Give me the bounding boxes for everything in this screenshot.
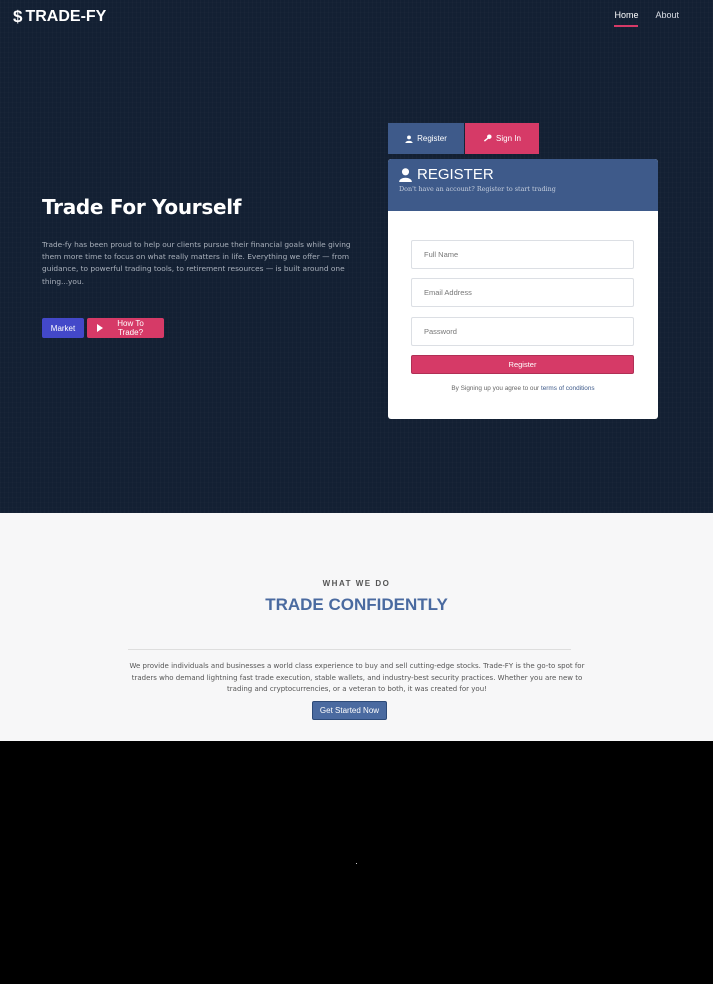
terms-notice: By Signing up you agree to our terms of … [388,385,658,392]
how-to-trade-button[interactable]: How To Trade? [87,318,164,338]
what-we-do-section: WHAT WE DO TRADE CONFIDENTLY We provide … [0,513,713,741]
nav-about[interactable]: About [655,10,679,27]
hero-description: Trade-fy has been proud to help our clie… [42,240,351,286]
key-icon [483,134,492,142]
terms-text: By Signing up you agree to our [451,385,541,392]
auth-tabs: Register Sign In [388,123,539,154]
how-to-trade-label: How To Trade? [117,319,144,337]
footer-area [0,741,713,984]
register-submit-button[interactable]: Register [411,355,634,374]
brand-name: TRADE-FY [25,8,107,25]
section-description: We provide individuals and businesses a … [129,662,585,693]
register-subtitle: Don't have an account? Register to start… [399,185,556,193]
tab-register-label: Register [417,134,447,143]
email-input[interactable] [411,278,634,307]
play-icon [97,324,103,332]
tab-register[interactable]: Register [388,123,464,154]
register-title: REGISTER [417,166,494,183]
user-icon [399,167,412,182]
full-name-input[interactable] [411,240,634,269]
nav-home[interactable]: Home [614,10,639,27]
register-card: REGISTER Don't have an account? Register… [388,159,658,419]
loading-dot [356,863,357,864]
user-icon [405,134,413,143]
password-input[interactable] [411,317,634,346]
section-eyebrow: WHAT WE DO [322,579,391,588]
main-nav: Home About [614,10,679,27]
terms-link[interactable]: terms of conditions [541,385,595,392]
section-divider [128,649,571,650]
register-card-header: REGISTER Don't have an account? Register… [388,159,658,211]
brand-logo[interactable]: $ TRADE-FY [13,7,106,27]
get-started-button[interactable]: Get Started Now [312,701,387,720]
section-title: TRADE CONFIDENTLY [265,595,448,614]
hero-section: $ TRADE-FY Home About Trade For Yourself… [0,0,713,513]
register-title-row: REGISTER [399,166,647,183]
tab-signin-label: Sign In [496,134,521,143]
dollar-icon: $ [13,7,23,26]
hero-title: Trade For Yourself [42,195,242,219]
hero-buttons: Market How To Trade? [42,318,164,338]
tab-signin[interactable]: Sign In [465,123,539,154]
market-button[interactable]: Market [42,318,84,338]
